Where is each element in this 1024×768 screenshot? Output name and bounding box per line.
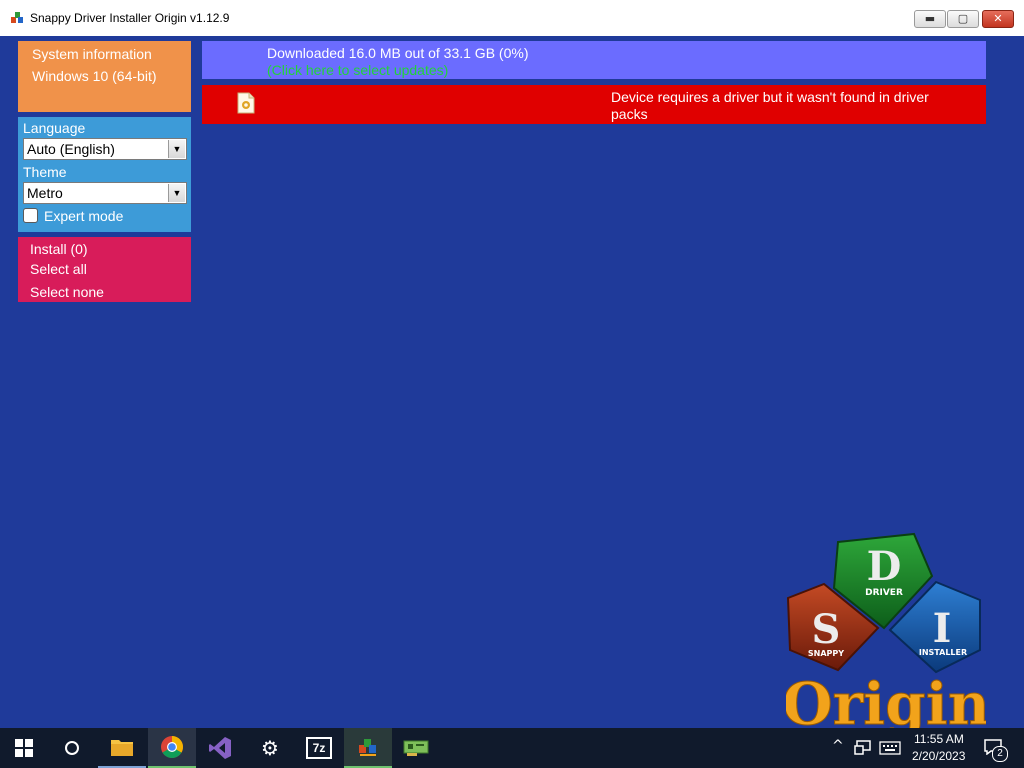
chevron-down-icon[interactable]: ▼ xyxy=(168,140,185,158)
system-info-panel[interactable]: System information Windows 10 (64-bit) xyxy=(18,41,191,112)
taskbar-sdi-origin[interactable] xyxy=(344,728,392,768)
theme-value: Metro xyxy=(27,185,63,201)
close-button[interactable]: ✕ xyxy=(982,10,1014,28)
logo-word-snappy: SNAPPY xyxy=(808,649,844,658)
folder-icon xyxy=(111,740,133,756)
taskbar-7zip[interactable]: 7z xyxy=(295,728,343,768)
install-panel: Install (0) Select all Select none xyxy=(18,237,191,302)
language-value: Auto (English) xyxy=(27,141,115,157)
clock-date[interactable]: 2/20/2023 xyxy=(912,749,965,763)
device-row[interactable]: Device requires a driver but it wasn't f… xyxy=(202,85,986,124)
os-version: Windows 10 (64-bit) xyxy=(32,68,157,84)
gear-icon: ⚙ xyxy=(261,736,279,760)
minimize-icon: ▬ xyxy=(924,12,936,25)
title-bar: Snappy Driver Installer Origin v1.12.9 ▬… xyxy=(0,0,1024,37)
maximize-button[interactable]: ▢ xyxy=(947,10,979,28)
taskbar-device-manager[interactable] xyxy=(392,728,440,768)
cortana-icon xyxy=(65,741,79,755)
logo-word-driver: DRIVER xyxy=(865,588,903,598)
expert-mode-label[interactable]: Expert mode xyxy=(44,208,123,224)
install-button[interactable]: Install (0) xyxy=(30,241,88,257)
start-button[interactable] xyxy=(0,728,48,768)
keyboard-icon[interactable] xyxy=(879,741,901,755)
logo-letter-d: D xyxy=(867,543,902,590)
chevron-up-icon[interactable]: ^ xyxy=(832,738,844,754)
download-status-text: Downloaded 16.0 MB out of 33.1 GB (0%) xyxy=(267,45,529,61)
download-status-banner[interactable]: Downloaded 16.0 MB out of 33.1 GB (0%) (… xyxy=(202,41,986,79)
theme-label: Theme xyxy=(23,164,67,180)
visual-studio-icon xyxy=(209,737,231,759)
device-card-icon xyxy=(403,740,429,756)
maximize-icon: ▢ xyxy=(957,12,969,25)
logo-letter-s: S xyxy=(812,606,841,653)
device-status-message: Device requires a driver but it wasn't f… xyxy=(611,89,929,122)
window-title: Snappy Driver Installer Origin v1.12.9 xyxy=(30,11,230,25)
action-center-button[interactable]: 2 xyxy=(982,736,1008,762)
chevron-down-icon[interactable]: ▼ xyxy=(168,184,185,202)
taskbar-chrome[interactable] xyxy=(148,728,196,768)
sdi-origin-logo: D DRIVER S SNAPPY I INSTALLER Origin xyxy=(786,532,986,728)
taskbar: ⚙ 7z ^ 11:55 AM 2/20/2023 2 xyxy=(0,728,1024,768)
minimize-button[interactable]: ▬ xyxy=(914,10,946,28)
language-label: Language xyxy=(23,120,86,136)
select-updates-link[interactable]: (Click here to select updates) xyxy=(267,62,448,78)
sdi-app-icon xyxy=(359,739,376,756)
language-select[interactable]: Auto (English) ▼ xyxy=(23,138,187,160)
select-none-button[interactable]: Select none xyxy=(30,284,104,300)
clock-time[interactable]: 11:55 AM xyxy=(914,732,964,746)
chrome-icon xyxy=(161,736,183,758)
options-panel: Language Auto (English) ▼ Theme Metro ▼ … xyxy=(18,117,191,232)
driver-file-icon xyxy=(237,92,255,114)
app-icon xyxy=(11,12,23,23)
logo-letter-i: I xyxy=(933,605,952,652)
logo-origin-text: Origin xyxy=(786,670,986,728)
cortana-button[interactable] xyxy=(48,728,96,768)
theme-select[interactable]: Metro ▼ xyxy=(23,182,187,204)
taskbar-visual-studio[interactable] xyxy=(196,728,244,768)
windows-icon xyxy=(15,739,33,757)
sevenzip-icon: 7z xyxy=(306,737,332,759)
network-icon[interactable] xyxy=(854,740,872,756)
taskbar-settings[interactable]: ⚙ xyxy=(246,728,294,768)
logo-word-installer: INSTALLER xyxy=(919,648,967,657)
expert-mode-checkbox[interactable] xyxy=(23,208,38,223)
system-info-label: System information xyxy=(32,46,152,62)
taskbar-file-explorer[interactable] xyxy=(98,728,146,768)
select-all-button[interactable]: Select all xyxy=(30,261,87,277)
notification-count-badge: 2 xyxy=(992,746,1008,762)
close-icon: ✕ xyxy=(993,12,1003,25)
